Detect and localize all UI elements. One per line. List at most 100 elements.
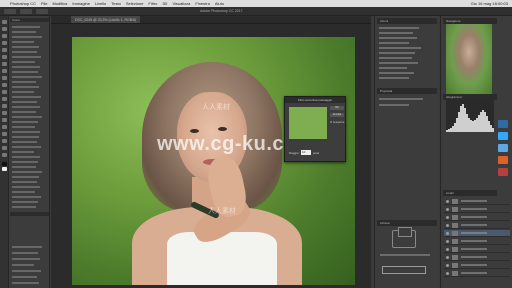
action-item[interactable] bbox=[379, 47, 421, 49]
history-item[interactable] bbox=[12, 131, 40, 133]
crop-tool-icon[interactable] bbox=[2, 48, 7, 52]
lasso-tool-icon[interactable] bbox=[2, 34, 7, 38]
history-panel-title[interactable]: Storia bbox=[10, 18, 49, 22]
history-brush-tool-icon[interactable] bbox=[2, 83, 7, 87]
layer-row[interactable] bbox=[444, 206, 510, 213]
pen-tool-icon[interactable] bbox=[2, 118, 7, 122]
layer-row[interactable] bbox=[444, 254, 510, 261]
action-item[interactable] bbox=[379, 42, 409, 44]
history-item[interactable] bbox=[12, 36, 42, 38]
marquee-tool-icon[interactable] bbox=[2, 27, 7, 31]
action-item[interactable] bbox=[379, 62, 418, 64]
action-item[interactable] bbox=[379, 77, 409, 79]
action-item[interactable] bbox=[379, 72, 414, 74]
document-tab[interactable]: DSC_0245 @ 33,3% (Livello 1, RGB/8) bbox=[71, 16, 141, 23]
menu-item-window[interactable]: Finestra bbox=[195, 1, 209, 6]
history-item[interactable] bbox=[12, 81, 36, 83]
option-button[interactable] bbox=[36, 9, 48, 14]
visibility-icon[interactable] bbox=[446, 272, 449, 275]
layers-panel-title[interactable]: Livelli bbox=[443, 190, 497, 196]
layer-row[interactable] bbox=[444, 262, 510, 269]
dialog-preview[interactable] bbox=[289, 107, 327, 139]
menu-item-3d[interactable]: 3D bbox=[162, 1, 167, 6]
layer-row[interactable] bbox=[444, 222, 510, 229]
history-item[interactable] bbox=[12, 101, 37, 103]
visibility-icon[interactable] bbox=[446, 256, 449, 259]
history-item[interactable] bbox=[12, 31, 36, 33]
visibility-icon[interactable] bbox=[446, 232, 449, 235]
history-item[interactable] bbox=[12, 176, 39, 178]
history-item[interactable] bbox=[12, 136, 39, 138]
history-item[interactable] bbox=[12, 56, 41, 58]
action-item[interactable] bbox=[379, 27, 419, 29]
history-item[interactable] bbox=[12, 46, 39, 48]
menu-item-edit[interactable]: Modifica bbox=[52, 1, 67, 6]
properties-panel-title[interactable]: Proprietà bbox=[377, 88, 437, 94]
history-item[interactable] bbox=[12, 111, 36, 113]
history-item[interactable] bbox=[12, 41, 34, 43]
history-item[interactable] bbox=[12, 166, 36, 168]
history-item[interactable] bbox=[12, 116, 42, 118]
history-item[interactable] bbox=[12, 201, 38, 203]
visibility-icon[interactable] bbox=[446, 240, 449, 243]
visibility-icon[interactable] bbox=[446, 216, 449, 219]
history-item[interactable] bbox=[12, 181, 37, 183]
visibility-icon[interactable] bbox=[446, 248, 449, 251]
photoshop-icon[interactable] bbox=[498, 132, 508, 140]
history-item[interactable] bbox=[12, 156, 40, 158]
history-item[interactable] bbox=[12, 51, 37, 53]
menu-item-layer[interactable]: Livello bbox=[95, 1, 106, 6]
history-item[interactable] bbox=[12, 86, 39, 88]
action-item[interactable] bbox=[379, 57, 412, 59]
history-item[interactable] bbox=[12, 96, 41, 98]
history-item[interactable] bbox=[12, 146, 41, 148]
layer-row-selected[interactable] bbox=[444, 230, 510, 237]
app-icon[interactable] bbox=[498, 168, 508, 176]
clone-stamp-tool-icon[interactable] bbox=[2, 76, 7, 80]
action-item[interactable] bbox=[379, 52, 415, 54]
visibility-icon[interactable] bbox=[446, 264, 449, 267]
preview-checkbox[interactable]: ☑ Anteprima bbox=[330, 121, 344, 124]
hand-tool-icon[interactable] bbox=[2, 146, 7, 150]
eraser-tool-icon[interactable] bbox=[2, 90, 7, 94]
history-item[interactable] bbox=[12, 126, 35, 128]
visibility-icon[interactable] bbox=[446, 224, 449, 227]
blur-tool-icon[interactable] bbox=[2, 104, 7, 108]
clock[interactable]: Gio 16 mag 18:00:03 bbox=[471, 0, 508, 7]
tool-preset-button[interactable] bbox=[4, 9, 16, 14]
path-select-tool-icon[interactable] bbox=[2, 132, 7, 136]
zoom-tool-icon[interactable] bbox=[2, 153, 7, 157]
navigator-thumbnail[interactable] bbox=[446, 24, 492, 94]
radius-input[interactable]: 10 bbox=[301, 150, 311, 155]
action-item[interactable] bbox=[379, 67, 407, 69]
history-item[interactable] bbox=[12, 151, 34, 153]
visibility-icon[interactable] bbox=[446, 208, 449, 211]
background-color-swatch[interactable] bbox=[2, 167, 7, 171]
history-item[interactable] bbox=[12, 61, 35, 63]
action-item[interactable] bbox=[379, 37, 417, 39]
ok-button[interactable]: OK bbox=[330, 106, 344, 110]
history-item[interactable] bbox=[12, 206, 36, 208]
history-item[interactable] bbox=[12, 191, 35, 193]
history-item[interactable] bbox=[12, 141, 37, 143]
history-item[interactable] bbox=[12, 71, 38, 73]
quick-select-tool-icon[interactable] bbox=[2, 41, 7, 45]
menu-item-help[interactable]: Aiuto bbox=[215, 1, 224, 6]
layer-row[interactable] bbox=[444, 214, 510, 221]
history-item[interactable] bbox=[12, 121, 38, 123]
move-tool-icon[interactable] bbox=[2, 20, 7, 24]
foreground-color-swatch[interactable] bbox=[2, 162, 7, 166]
history-item[interactable] bbox=[12, 26, 40, 28]
healing-tool-icon[interactable] bbox=[2, 62, 7, 66]
eyedropper-tool-icon[interactable] bbox=[2, 55, 7, 59]
layer-row[interactable] bbox=[444, 238, 510, 245]
history-item[interactable] bbox=[12, 186, 40, 188]
history-item[interactable] bbox=[12, 91, 34, 93]
history-item[interactable] bbox=[12, 171, 42, 173]
type-tool-icon[interactable] bbox=[2, 125, 7, 129]
history-item[interactable] bbox=[12, 106, 40, 108]
dodge-tool-icon[interactable] bbox=[2, 111, 7, 115]
shape-tool-icon[interactable] bbox=[2, 139, 7, 143]
option-button[interactable] bbox=[20, 9, 32, 14]
visibility-icon[interactable] bbox=[446, 200, 449, 203]
